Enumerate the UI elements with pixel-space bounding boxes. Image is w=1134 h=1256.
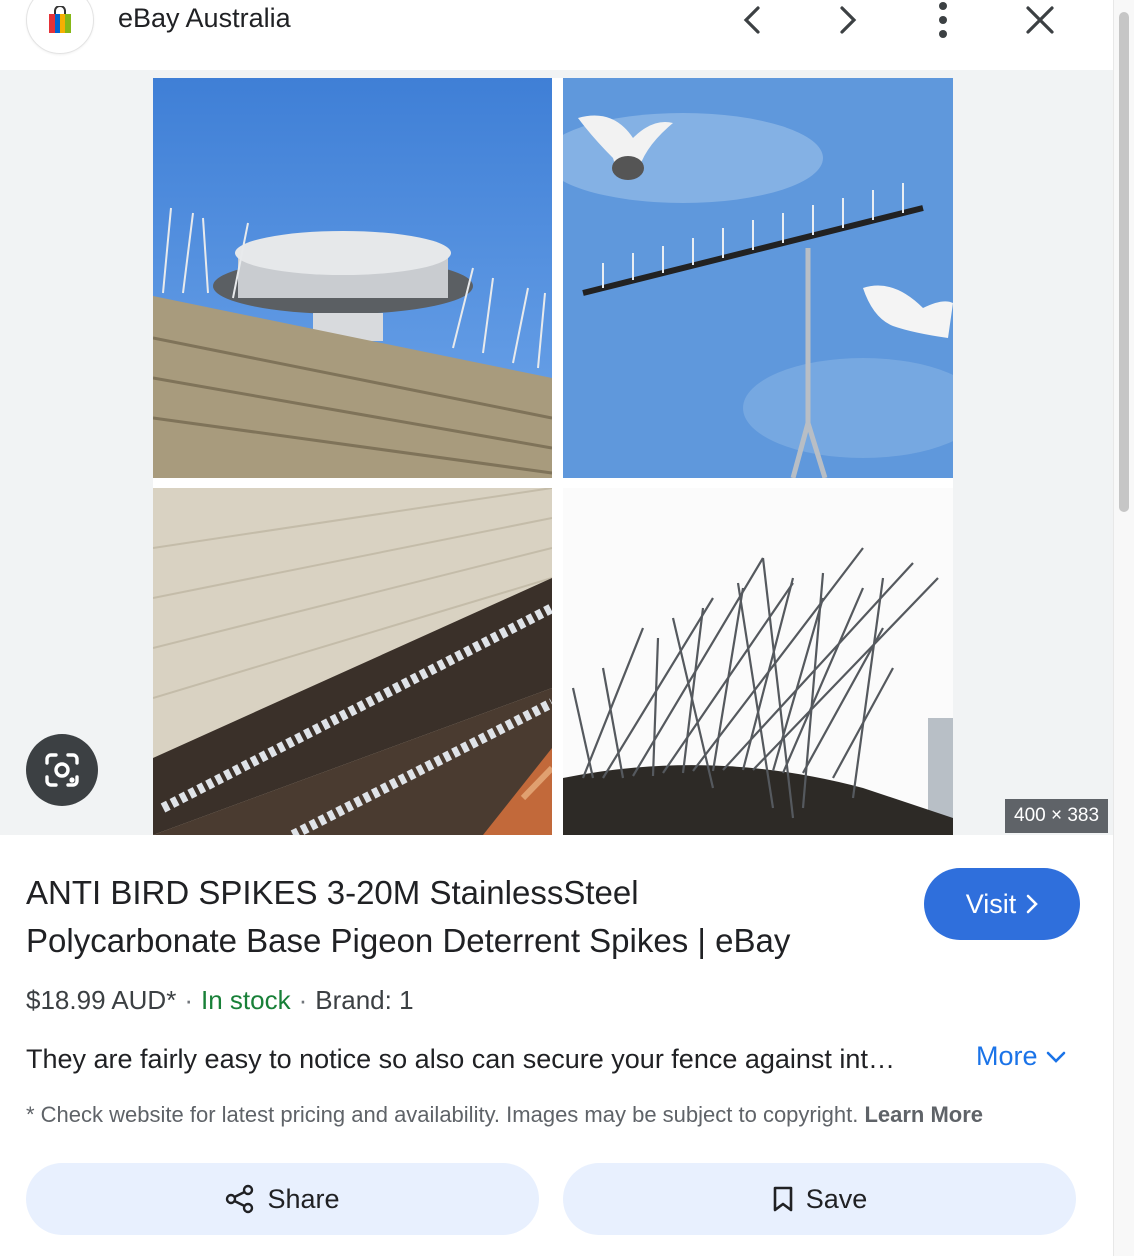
more-label: More (976, 1041, 1038, 1071)
google-lens-icon (45, 753, 79, 787)
close-button[interactable] (1012, 0, 1068, 40)
result-meta: $18.99 AUD* · In stock · Brand: 1 (26, 985, 414, 1016)
image-preview: 400 × 383 (0, 70, 1113, 835)
next-button[interactable] (820, 0, 876, 40)
copyright-disclaimer: * Check website for latest pricing and a… (26, 1102, 983, 1128)
chevron-right-icon (840, 6, 857, 34)
price: $18.99 AUD* (26, 985, 177, 1015)
site-name[interactable]: eBay Australia (118, 3, 291, 34)
chevron-down-icon (1046, 1051, 1065, 1063)
chevron-right-icon (1026, 894, 1039, 914)
close-icon (1026, 6, 1054, 34)
brand: Brand: 1 (315, 985, 414, 1015)
chevron-left-icon (743, 6, 760, 34)
image-dimensions-badge: 400 × 383 (1005, 799, 1109, 833)
bookmark-icon (773, 1186, 793, 1212)
learn-more-link[interactable]: Learn More (864, 1102, 983, 1127)
visit-label: Visit (965, 888, 1017, 919)
image-spikes-closeup (563, 488, 953, 835)
image-rooftop-vent (153, 78, 552, 478)
site-favicon (26, 0, 94, 54)
meta-separator: · (298, 985, 308, 1015)
viewer-header: eBay Australia (0, 0, 1113, 70)
visit-button[interactable]: Visit (924, 868, 1080, 940)
result-title-line1: ANTI BIRD SPIKES 3-20M StainlessSteel (26, 874, 639, 911)
share-label: Share (267, 1183, 340, 1214)
share-button[interactable]: Share (26, 1163, 539, 1235)
previous-button[interactable] (724, 0, 780, 40)
disclaimer-text: * Check website for latest pricing and a… (26, 1102, 859, 1127)
stock-status: In stock (201, 985, 291, 1015)
result-title-line2: Polycarbonate Base Pigeon Deterrent Spik… (26, 922, 791, 959)
product-image[interactable] (153, 78, 953, 835)
more-vert-icon (939, 2, 947, 38)
image-gutter-spikes (153, 488, 552, 835)
meta-separator: · (184, 985, 193, 1015)
share-icon (226, 1184, 254, 1214)
result-description: They are fairly easy to notice so also c… (26, 1044, 896, 1074)
image-antenna-birds (563, 78, 953, 478)
result-title[interactable]: ANTI BIRD SPIKES 3-20M StainlessSteel Po… (26, 869, 896, 965)
more-options-button[interactable] (915, 0, 971, 40)
save-button[interactable]: Save (563, 1163, 1076, 1235)
search-inside-image-button[interactable] (26, 734, 98, 806)
scrollbar-thumb[interactable] (1119, 12, 1129, 512)
shopping-bag-icon (49, 6, 71, 33)
more-button[interactable]: More (976, 1041, 1066, 1072)
save-label: Save (805, 1183, 868, 1214)
